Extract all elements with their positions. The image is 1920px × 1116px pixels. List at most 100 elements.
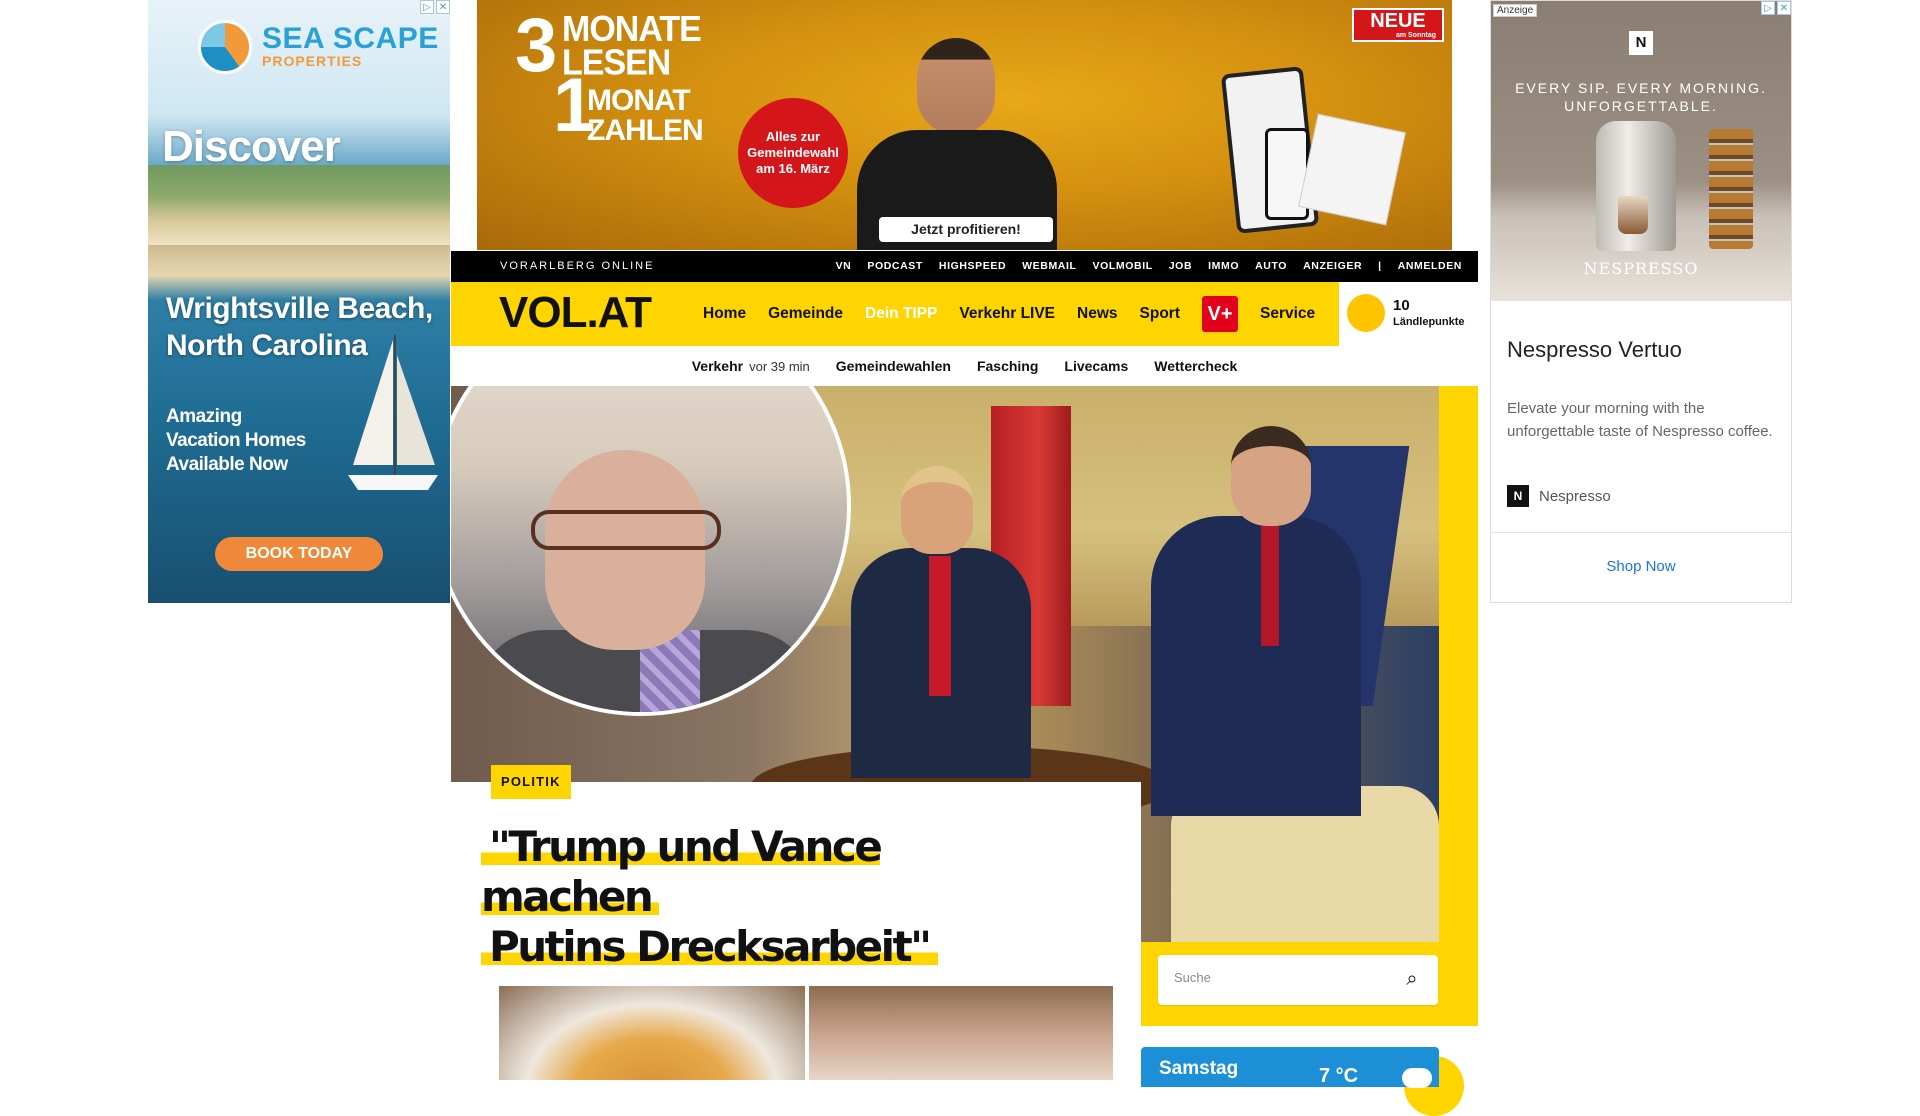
thumbnail-portrait[interactable] (809, 986, 1113, 1080)
ad-advertiser[interactable]: N Nespresso (1507, 485, 1611, 507)
close-icon[interactable]: ✕ (1777, 1, 1791, 15)
ad-tagline-line3: Available Now (166, 454, 288, 475)
neue-logo-text: NEUE (1370, 10, 1426, 32)
advertiser-name: Nespresso (1539, 487, 1611, 505)
island-image (148, 165, 450, 245)
person-right-body (1151, 516, 1361, 816)
newspaper-image (1298, 113, 1406, 226)
subnav-verkehr-label: Verkehr (691, 358, 744, 374)
points-value: 10 (1393, 297, 1410, 314)
nav-item-verkehr-live[interactable]: Verkehr LIVE (959, 305, 1055, 323)
nespresso-brand: NESPRESSO (1583, 259, 1699, 278)
nav-item-gemeinde[interactable]: Gemeinde (768, 305, 843, 323)
thumbnail-food[interactable] (499, 986, 805, 1080)
ad-discover-text: Discover (162, 122, 341, 171)
nav-item-sport[interactable]: Sport (1140, 305, 1180, 323)
nespresso-slogan: EVERY SIP. EVERY MORNING. UNFORGETTABLE. (1491, 79, 1791, 115)
ad-choices[interactable]: ▷ ✕ (420, 0, 450, 14)
site-logo[interactable]: VOL.AT (499, 288, 652, 338)
ad-brand-name: SEA SCAPE (262, 22, 439, 55)
top-link-anzeiger[interactable]: ANZEIGER (1303, 260, 1362, 272)
portrait-face (545, 450, 705, 650)
close-icon[interactable]: ✕ (436, 0, 450, 14)
neue-logo: NEUE am Sonntag (1352, 8, 1444, 42)
weather-day: Samstag (1159, 1058, 1239, 1079)
slogan-line2: UNFORGETTABLE. (1564, 98, 1718, 114)
top-link-highspeed[interactable]: HIGHSPEED (939, 260, 1006, 272)
search-box: ⌕ (1158, 955, 1438, 1005)
ad-label: Anzeige (1493, 4, 1538, 17)
left-skyscraper-ad[interactable]: ▷ ✕ SEA SCAPE PROPERTIES Discover Wright… (148, 0, 450, 603)
subnav-livecams[interactable]: Livecams (1064, 358, 1128, 374)
jetzt-profitieren-button[interactable]: Jetzt profitieren! (879, 217, 1053, 242)
wave-logo-icon (198, 20, 252, 74)
right-skyscraper-ad[interactable]: Anzeige ▷ ✕ N EVERY SIP. EVERY MORNING. … (1490, 0, 1792, 603)
subnav-verkehr-ago: vor 39 min (749, 359, 810, 374)
mountain-sun-icon (1347, 294, 1385, 332)
top-link-job[interactable]: JOB (1169, 260, 1192, 272)
top-link-anmelden[interactable]: ANMELDEN (1398, 260, 1462, 272)
ad-choices[interactable]: ▷ ✕ (1761, 1, 1791, 15)
nespresso-image[interactable]: N EVERY SIP. EVERY MORNING. UNFORGETTABL… (1491, 1, 1791, 301)
nav-item-news[interactable]: News (1077, 305, 1118, 323)
nespresso-logo-icon: N (1629, 31, 1653, 55)
nespresso-mark-icon: N (1507, 485, 1529, 507)
adchoices-icon[interactable]: ▷ (420, 0, 434, 14)
neue-logo-sub: am Sonntag (1395, 32, 1436, 39)
person-right-head (1231, 426, 1311, 526)
article-headline[interactable]: "Trump und Vance machen Putins Drecksarb… (481, 822, 1041, 972)
points-label: Ländlepunkte (1393, 316, 1465, 328)
top-link-auto[interactable]: AUTO (1255, 260, 1287, 272)
adchoices-icon[interactable]: ▷ (1761, 1, 1775, 15)
top-links: VN PODCAST HIGHSPEED WEBMAIL VOLMOBIL JO… (836, 260, 1462, 272)
cloud-icon (1402, 1068, 1432, 1088)
ad-brand-sub: PROPERTIES (262, 53, 363, 69)
top-link-podcast[interactable]: PODCAST (867, 260, 923, 272)
search-icon[interactable]: ⌕ (1400, 967, 1424, 991)
person-head (917, 38, 995, 134)
site-name: VORARLBERG ONLINE (500, 260, 655, 272)
main-nav: VOL.AT Home Gemeinde Dein TIPP Verkehr L… (451, 282, 1339, 346)
weather-widget[interactable]: Samstag 7 °C (1141, 1047, 1439, 1087)
seascape-logo: SEA SCAPE PROPERTIES (198, 20, 439, 74)
nav-item-home[interactable]: Home (703, 305, 746, 323)
person-center (851, 466, 1031, 778)
subnav-gemeindewahlen[interactable]: Gemeindewahlen (836, 358, 951, 374)
ad-title[interactable]: Nespresso Vertuo (1507, 337, 1682, 363)
person-center-tie (929, 556, 951, 696)
capsule-rack-image (1709, 129, 1753, 249)
laendlepunkte-widget[interactable]: 10 Ländlepunkte (1339, 282, 1478, 346)
search-input[interactable] (1174, 970, 1384, 985)
nav-item-dein-tipp[interactable]: Dein TIPP (865, 305, 937, 323)
top-link-separator: | (1378, 260, 1382, 272)
hero-article-card[interactable]: POLITIK "Trump und Vance machen Putins D… (451, 765, 1141, 982)
ad-tagline: Amazing Vacation Homes Available Now (166, 405, 306, 477)
ad-line2: MONAT ZAHLEN (587, 84, 704, 147)
top-link-vn[interactable]: VN (836, 260, 852, 272)
subnav-verkehr[interactable]: Verkehr vor 39 min (692, 358, 810, 374)
headline-line2: Putins Drecksarbeit" (481, 922, 938, 971)
sailboat-icon (348, 335, 438, 490)
shop-now-button[interactable]: Shop Now (1491, 558, 1791, 575)
top-link-webmail[interactable]: WEBMAIL (1022, 260, 1076, 272)
subnav-fasching[interactable]: Fasching (977, 358, 1038, 374)
person-center-head (901, 466, 973, 554)
top-link-volmobil[interactable]: VOLMOBIL (1093, 260, 1153, 272)
person-right-tie (1261, 526, 1279, 646)
ad-place-line1: Wrightsville Beach, (166, 292, 433, 325)
book-today-button[interactable]: BOOK TODAY (215, 537, 383, 571)
sub-nav: Verkehr vor 39 min Gemeindewahlen Faschin… (451, 346, 1478, 386)
top-banner-ad[interactable]: 3 MONATE LESEN 1 MONAT ZAHLEN Alles zur … (477, 0, 1452, 250)
category-badge[interactable]: POLITIK (491, 765, 571, 799)
nav-items: Home Gemeinde Dein TIPP Verkehr LIVE New… (703, 282, 1315, 346)
vplus-button[interactable]: V+ (1202, 296, 1238, 332)
portrait-glasses (531, 510, 721, 550)
ad-description: Elevate your morning with the unforgetta… (1507, 400, 1773, 440)
nav-item-service[interactable]: Service (1260, 305, 1315, 323)
election-badge: Alles zur Gemeindewahl am 16. März (738, 98, 848, 208)
slogan-line1: EVERY SIP. EVERY MORNING. (1515, 80, 1767, 96)
subnav-wettercheck[interactable]: Wettercheck (1154, 358, 1237, 374)
top-link-immo[interactable]: IMMO (1208, 260, 1239, 272)
ad-big-three: 3 (515, 3, 558, 88)
ad-tagline-line2: Vacation Homes (166, 430, 306, 451)
